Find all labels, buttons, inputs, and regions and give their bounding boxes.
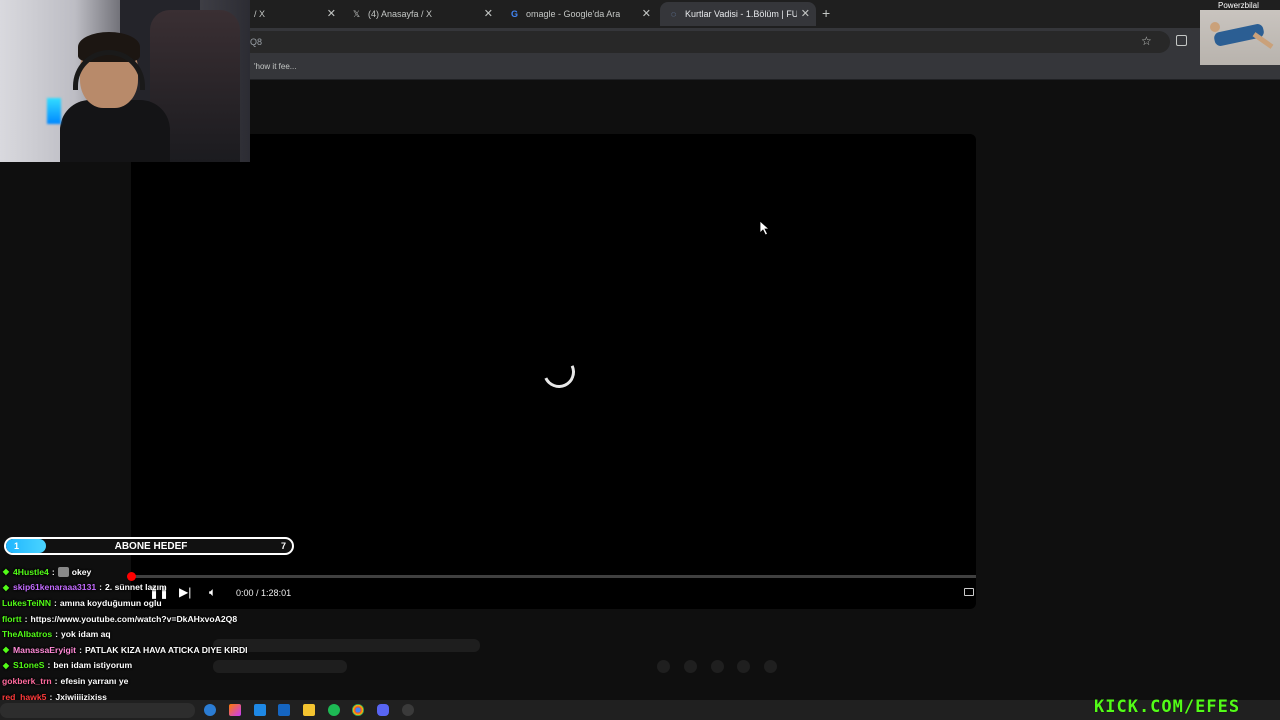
tab-title: / X	[254, 9, 266, 19]
taskbar	[0, 700, 1280, 720]
mouse-cursor-icon	[760, 221, 770, 236]
clip-label: Powerzbilal	[1218, 1, 1259, 10]
chat-overlay: ◆ 4Hustle4: okey ◆ skip61kenaraaa3131:2. sün…	[2, 564, 302, 720]
chat-text: https://www.youtube.com/watch?v=DkAHxvoA…	[30, 613, 238, 624]
chat-separator: :	[54, 597, 57, 608]
edge-icon[interactable]	[204, 704, 216, 716]
chat-separator: :	[99, 582, 103, 593]
chat-username[interactable]: flortt	[2, 614, 22, 624]
chat-username[interactable]: S1oneS	[13, 660, 45, 670]
chat-message: gokberk_trn: efesin yarranı ye	[2, 673, 302, 689]
chat-message: ◆ S1oneS: ben idam istiyorum	[2, 658, 302, 674]
copilot-icon[interactable]	[229, 704, 241, 716]
chat-username[interactable]: 4Hustle4	[13, 567, 49, 577]
chat-badge-icon: ◆	[2, 645, 10, 655]
chat-badge-icon: ◆	[2, 660, 10, 670]
chat-message: TheAlbatros: yok idam aq	[2, 626, 302, 642]
action-skeleton	[737, 660, 750, 673]
chat-badge-icon: ◆	[2, 567, 10, 577]
close-icon[interactable]: ✕	[642, 7, 651, 20]
tab-x-partial[interactable]: / X ✕	[246, 2, 342, 26]
discord-icon[interactable]	[377, 704, 389, 716]
subscriber-goal-bar: 1 ABONE HEDEF 7	[4, 537, 294, 555]
tab-title: Kurtlar Vadisi - 1.Bölüm | FULL	[685, 9, 797, 19]
tab-title: (4) Anasayfa / X	[368, 9, 433, 19]
action-skeleton	[657, 660, 670, 673]
subtitles-icon[interactable]	[964, 588, 974, 596]
webcam-overlay	[0, 0, 250, 162]
chat-separator: :	[24, 613, 28, 624]
extensions-icon[interactable]	[1176, 35, 1187, 46]
chrome-icon[interactable]	[352, 704, 364, 716]
chat-username[interactable]: skip61kenaraaa3131	[13, 582, 96, 592]
tab-x-home[interactable]: 𝕏 (4) Anasayfa / X ✕	[343, 2, 499, 26]
obs-icon[interactable]	[402, 704, 414, 716]
chat-text: amına koyduğumun oglu	[59, 597, 162, 608]
tab-youtube-video[interactable]: ◌ Kurtlar Vadisi - 1.Bölüm | FULL ✕	[660, 2, 816, 26]
close-icon[interactable]: ✕	[801, 7, 810, 20]
chat-badge-icon: ◆	[2, 582, 10, 592]
chat-text: efesin yarranı ye	[60, 675, 129, 686]
action-skeleton	[711, 660, 724, 673]
google-logo-icon: G	[510, 9, 518, 19]
chat-separator: :	[55, 629, 59, 640]
chat-username[interactable]: TheAlbatros	[2, 629, 52, 639]
chat-message: ◆ ManassaEryigit: PATLAK KIZA HAVA ATICKA …	[2, 642, 302, 658]
chat-message: ◆ skip61kenaraaa3131:2. sünnet lazım	[2, 580, 302, 596]
loading-icon: ◌	[670, 9, 677, 19]
chat-username[interactable]: gokberk_trn	[2, 676, 52, 686]
chat-text: PATLAK KIZA HAVA ATICKA DIYE KIRDI	[84, 644, 248, 655]
kick-watermark: KICK.COM/EFES	[1094, 697, 1241, 717]
chat-message: ◆ 4Hustle4: okey	[2, 564, 302, 580]
address-bar[interactable]: Q8	[240, 31, 1170, 53]
chat-text: ben idam istiyorum	[53, 660, 133, 671]
x-logo-icon: 𝕏	[352, 8, 361, 19]
chat-username[interactable]: LukesTeiNN	[2, 598, 51, 608]
file-explorer-icon[interactable]	[303, 704, 315, 716]
bookmark-star-icon[interactable]: ☆	[1141, 34, 1152, 48]
clip-overlay	[1200, 10, 1280, 65]
chat-text: 2. sünnet lazım	[105, 582, 167, 593]
close-icon[interactable]: ✕	[484, 7, 493, 20]
store-icon[interactable]	[254, 704, 266, 716]
goal-title: ABONE HEDEF	[114, 541, 188, 552]
tab-google-search[interactable]: G omagle - Google'da Ara ✕	[501, 2, 657, 26]
chat-separator: :	[51, 566, 55, 577]
chat-text: yok idam aq	[61, 629, 111, 640]
action-skeleton	[764, 660, 777, 673]
chat-separator: :	[54, 675, 58, 686]
outlook-icon[interactable]	[278, 704, 290, 716]
screen: / X ✕ 𝕏 (4) Anasayfa / X ✕ G omagle - Go…	[0, 0, 1280, 720]
loading-spinner	[538, 351, 580, 393]
chat-text: okey	[71, 566, 92, 577]
chat-emote-icon	[57, 566, 69, 577]
tab-title: omagle - Google'da Ara	[526, 9, 621, 19]
chat-username[interactable]: ManassaEryigit	[13, 645, 76, 655]
close-icon[interactable]: ✕	[327, 7, 336, 20]
chat-separator: :	[47, 660, 51, 671]
new-tab-icon[interactable]: +	[822, 5, 830, 21]
bookmark-item[interactable]: 'how it fee...	[254, 62, 296, 71]
chat-separator: :	[79, 644, 82, 655]
address-bar-text: Q8	[250, 37, 263, 47]
chat-message: LukesTeiNN: amına koyduğumun oglu	[2, 595, 302, 611]
taskbar-search[interactable]	[0, 703, 195, 718]
goal-target: 7	[280, 541, 286, 551]
spotify-icon[interactable]	[328, 704, 340, 716]
action-skeleton	[684, 660, 697, 673]
chat-message: flortt: https://www.youtube.com/watch?v=D…	[2, 611, 302, 627]
